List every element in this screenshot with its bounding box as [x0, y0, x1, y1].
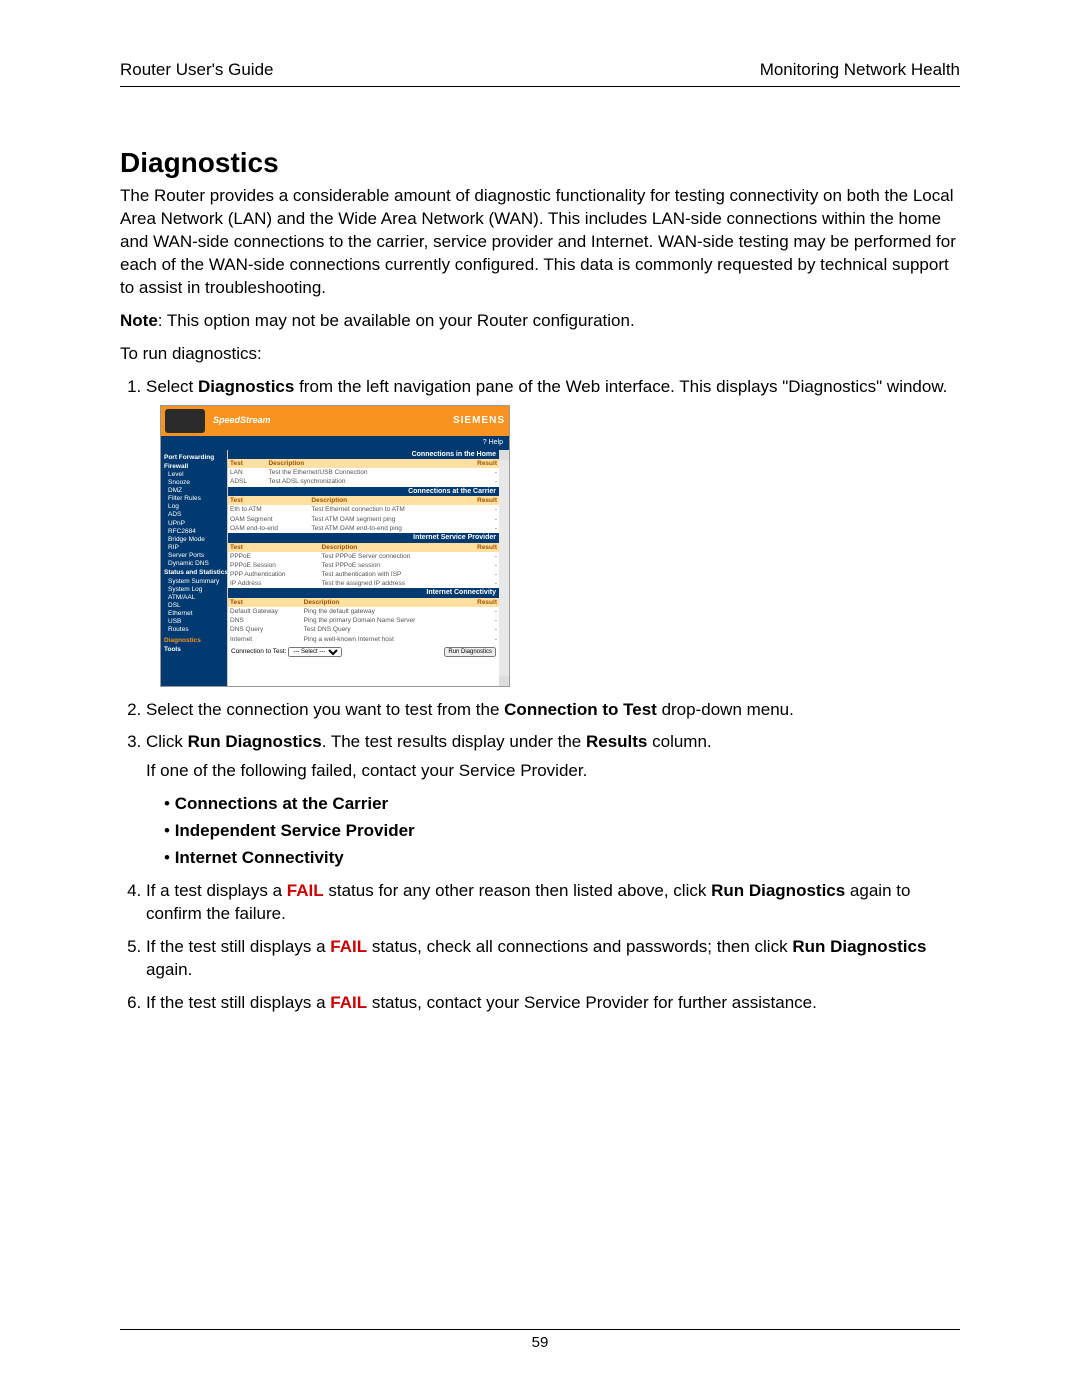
step-5: If the test still displays a FAIL status… — [146, 936, 960, 982]
step-1: Select Diagnostics from the left navigat… — [146, 376, 960, 687]
to-run-label: To run diagnostics: — [120, 343, 960, 366]
fail-status: FAIL — [330, 937, 367, 956]
sidebar-item[interactable]: Log — [164, 503, 224, 510]
section-header: Internet Service Provider — [228, 533, 499, 543]
table-row: PPPoE SessionTest PPPoE session- — [228, 561, 499, 570]
table-row: InternetPing a well-known Internet host- — [228, 635, 499, 644]
connection-to-test-select[interactable]: --- Select --- — [288, 647, 342, 657]
table-row: PPP AuthenticationTest authentication wi… — [228, 570, 499, 579]
sidebar-item[interactable]: Status and Statistics — [164, 569, 224, 576]
diagnostics-pane: Connections in the HomeTestDescriptionRe… — [227, 450, 499, 686]
sidebar-item[interactable]: System Summary — [164, 578, 224, 585]
diagnostics-screenshot: SpeedStream SIEMENS ? Help Port Forwardi… — [160, 405, 510, 687]
fail-status: FAIL — [287, 881, 324, 900]
sidebar-item[interactable]: UPnP — [164, 520, 224, 527]
diagnostics-table: TestDescriptionResultEth to ATMTest Ethe… — [228, 496, 499, 533]
brand-siemens: SIEMENS — [453, 415, 505, 426]
intro-paragraph: The Router provides a considerable amoun… — [120, 185, 960, 300]
sidebar-item[interactable]: Filter Rules — [164, 495, 224, 502]
table-row: OAM SegmentTest ATM OAM segment ping- — [228, 515, 499, 524]
sidebar-item[interactable]: USB — [164, 618, 224, 625]
router-image-icon — [165, 409, 205, 433]
fail-list: Connections at the Carrier Independent Se… — [146, 793, 960, 870]
diagnostics-table: TestDescriptionResultPPPoETest PPPoE Ser… — [228, 543, 499, 589]
table-row: Default GatewayPing the default gateway- — [228, 607, 499, 616]
sidebar-item[interactable]: RFC2684 — [164, 528, 224, 535]
table-row: IP AddressTest the assigned IP address- — [228, 579, 499, 588]
diagnostics-table: TestDescriptionResultDefault GatewayPing… — [228, 598, 499, 644]
fail-list-item: Internet Connectivity — [164, 847, 960, 870]
connection-to-test-label: Connection to Test: --- Select --- — [231, 647, 342, 657]
table-row: LANTest the Ethernet/USB Connection- — [228, 468, 499, 477]
step-6: If the test still displays a FAIL status… — [146, 992, 960, 1015]
step-4: If a test displays a FAIL status for any… — [146, 880, 960, 926]
sidebar-item[interactable]: Dynamic DNS — [164, 560, 224, 567]
section-header: Connections in the Home — [228, 450, 499, 460]
sidebar-item[interactable]: Snooze — [164, 479, 224, 486]
diagnostics-table: TestDescriptionResultLANTest the Etherne… — [228, 459, 499, 486]
table-row: PPPoETest PPPoE Server connection- — [228, 552, 499, 561]
table-row: ADSLTest ADSL synchronization- — [228, 477, 499, 486]
section-header: Connections at the Carrier — [228, 487, 499, 497]
router-ui-titlebar: SpeedStream SIEMENS — [161, 406, 509, 436]
sidebar-item[interactable]: Routes — [164, 626, 224, 633]
sidebar-item[interactable]: System Log — [164, 586, 224, 593]
fail-status: FAIL — [330, 993, 367, 1012]
header-right: Monitoring Network Health — [760, 60, 960, 80]
scrollbar[interactable] — [499, 450, 509, 686]
page-title: Diagnostics — [120, 147, 960, 179]
sidebar-item[interactable]: Tools — [164, 646, 224, 653]
sidebar-item[interactable]: Bridge Mode — [164, 536, 224, 543]
sidebar-item[interactable]: Port Forwarding — [164, 454, 224, 461]
step-2: Select the connection you want to test f… — [146, 699, 960, 722]
table-row: OAM end-to-endTest ATM OAM end-to-end pi… — [228, 524, 499, 533]
note-label: Note — [120, 311, 158, 330]
left-nav-sidebar: Port Forwarding FirewallLevelSnoozeDMZFil… — [161, 450, 227, 686]
diagnostics-ref: Diagnostics — [198, 377, 294, 396]
table-row: Eth to ATMTest Ethernet connection to AT… — [228, 505, 499, 514]
note-paragraph: Note: This option may not be available o… — [120, 310, 960, 333]
sidebar-item[interactable]: ATM/AAL — [164, 594, 224, 601]
section-header: Internet Connectivity — [228, 588, 499, 598]
step-3: Click Run Diagnostics. The test results … — [146, 731, 960, 870]
fail-list-item: Independent Service Provider — [164, 820, 960, 843]
sidebar-item[interactable]: Server Ports — [164, 552, 224, 559]
sidebar-item-diagnostics[interactable]: Diagnostics — [164, 637, 224, 644]
run-diagnostics-button[interactable]: Run Diagnostics — [444, 647, 496, 657]
step-3-sub: If one of the following failed, contact … — [146, 760, 960, 783]
sidebar-item[interactable]: Firewall — [164, 463, 224, 470]
sidebar-item[interactable]: ADS — [164, 511, 224, 518]
sidebar-item[interactable]: DMZ — [164, 487, 224, 494]
table-row: DNSPing the primary Domain Name Server- — [228, 616, 499, 625]
help-bar[interactable]: ? Help — [161, 436, 509, 450]
sidebar-item[interactable]: Level — [164, 471, 224, 478]
header-left: Router User's Guide — [120, 60, 273, 80]
page-number: 59 — [120, 1329, 960, 1351]
table-row: DNS QueryTest DNS Query- — [228, 625, 499, 634]
sidebar-item[interactable]: DSL — [164, 602, 224, 609]
brand-speedstream: SpeedStream — [213, 416, 271, 426]
sidebar-item[interactable]: Ethernet — [164, 610, 224, 617]
sidebar-item[interactable]: RIP — [164, 544, 224, 551]
fail-list-item: Connections at the Carrier — [164, 793, 960, 816]
